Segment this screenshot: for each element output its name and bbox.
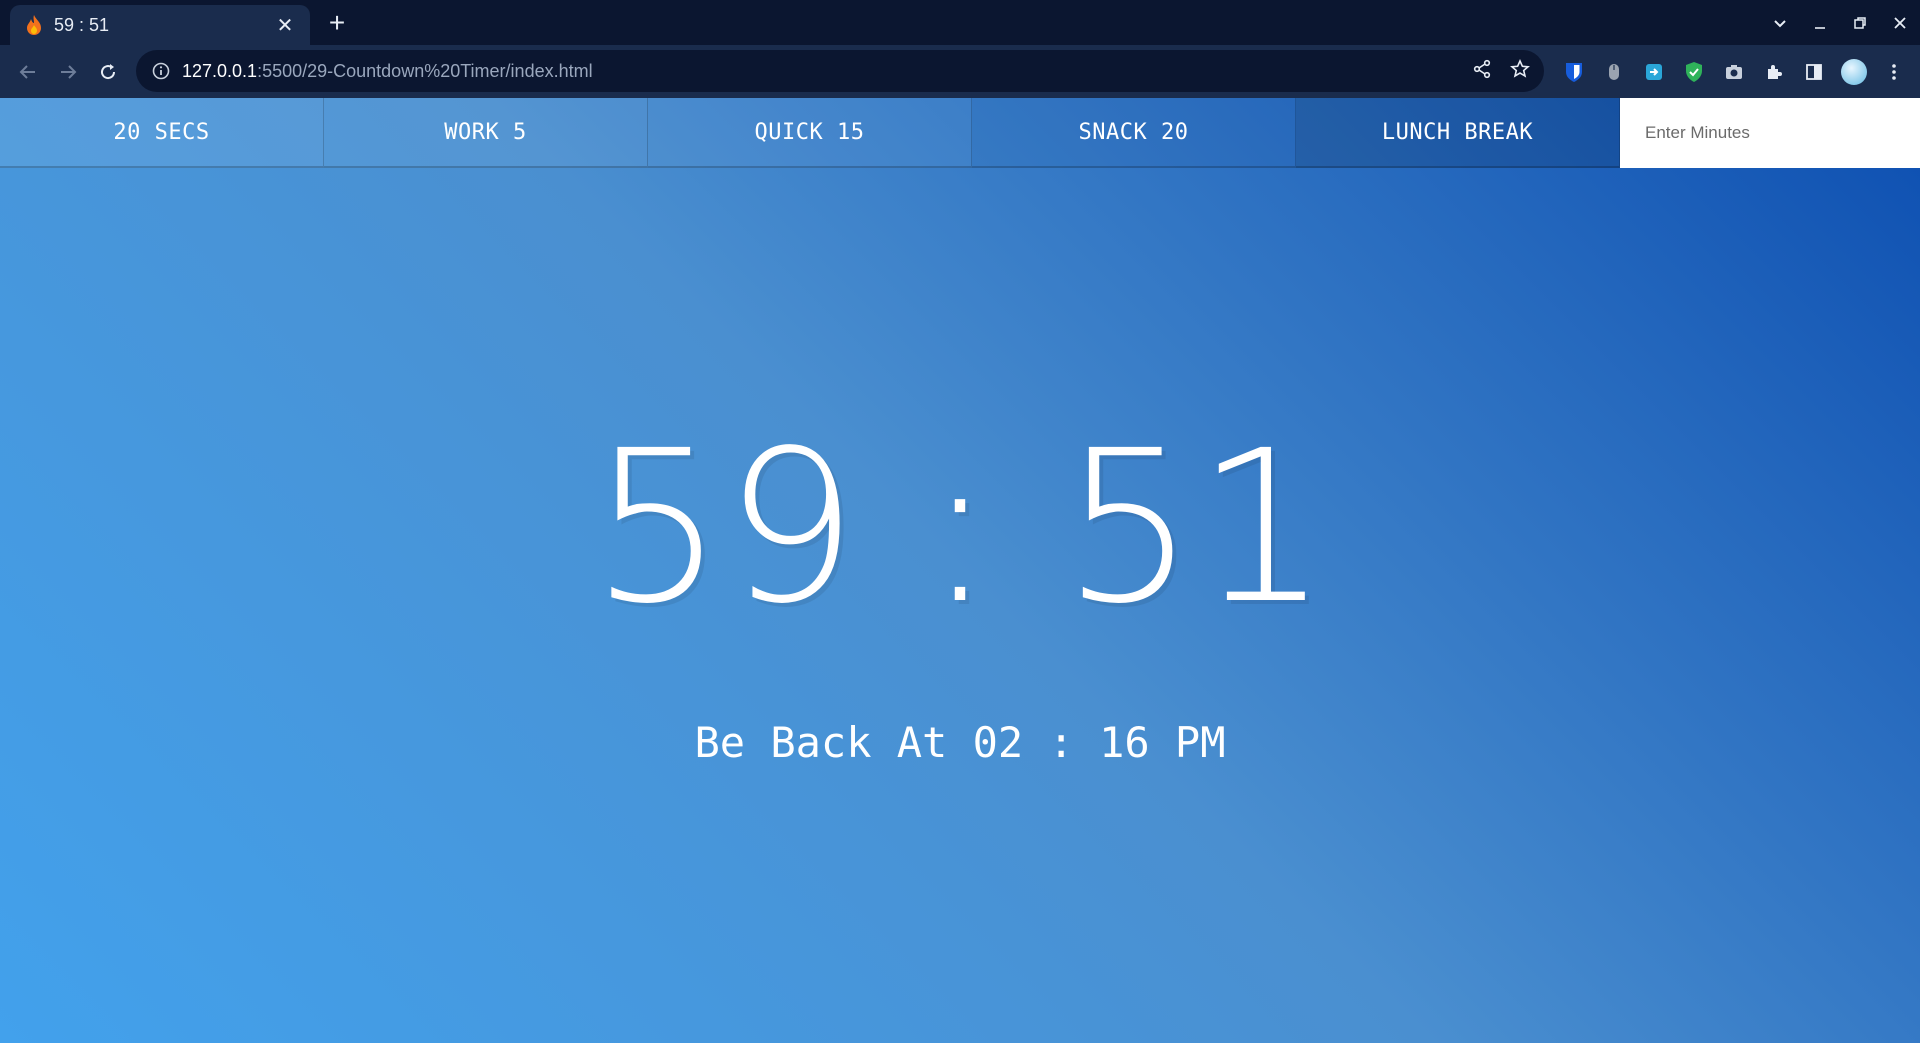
share-icon[interactable] bbox=[1472, 59, 1492, 84]
url-host: 127.0.0.1 bbox=[182, 60, 258, 81]
reload-icon[interactable] bbox=[88, 52, 128, 92]
restore-icon[interactable] bbox=[1840, 0, 1880, 45]
preset-work-5-button[interactable]: WORK 5 bbox=[324, 98, 648, 168]
camera-icon[interactable] bbox=[1716, 54, 1752, 90]
timer-controls: 20 SECS WORK 5 QUICK 15 SNACK 20 LUNCH B… bbox=[0, 98, 1920, 168]
site-info-icon[interactable] bbox=[150, 60, 172, 82]
window-controls bbox=[1760, 0, 1920, 45]
end-time-text: Be Back At 02 : 16 PM bbox=[694, 718, 1226, 767]
tab-close-icon[interactable]: ✕ bbox=[274, 13, 296, 38]
tab-search-icon[interactable] bbox=[1760, 0, 1800, 45]
side-panel-icon[interactable] bbox=[1796, 54, 1832, 90]
url-path: :5500/29-Countdown%20Timer/index.html bbox=[257, 60, 593, 81]
minimize-icon[interactable] bbox=[1800, 0, 1840, 45]
address-bar[interactable]: 127.0.0.1:5500/29-Countdown%20Timer/inde… bbox=[136, 50, 1544, 92]
browser-tab[interactable]: 59 : 51 ✕ bbox=[10, 5, 310, 45]
preset-20-secs-button[interactable]: 20 SECS bbox=[0, 98, 324, 168]
extensions-puzzle-icon[interactable] bbox=[1756, 54, 1792, 90]
translate-extension-icon[interactable] bbox=[1636, 54, 1672, 90]
shield-check-icon[interactable] bbox=[1676, 54, 1712, 90]
tab-title: 59 : 51 bbox=[54, 14, 110, 35]
forward-icon[interactable] bbox=[48, 52, 88, 92]
close-window-icon[interactable] bbox=[1880, 0, 1920, 45]
bitwarden-shield-icon[interactable] bbox=[1556, 54, 1592, 90]
back-icon[interactable] bbox=[8, 52, 48, 92]
profile-avatar[interactable] bbox=[1836, 54, 1872, 90]
countdown-page: 20 SECS WORK 5 QUICK 15 SNACK 20 LUNCH B… bbox=[0, 98, 1920, 1043]
fire-icon bbox=[24, 14, 44, 36]
new-tab-icon[interactable]: + bbox=[322, 8, 352, 38]
browser-toolbar: 127.0.0.1:5500/29-Countdown%20Timer/inde… bbox=[0, 45, 1920, 98]
browser-menu-icon[interactable] bbox=[1876, 54, 1912, 90]
preset-snack-20-button[interactable]: SNACK 20 bbox=[972, 98, 1296, 168]
countdown-display: 59 : 51 bbox=[590, 405, 1330, 650]
extensions-bar bbox=[1556, 45, 1912, 98]
url-text: 127.0.0.1:5500/29-Countdown%20Timer/inde… bbox=[182, 61, 593, 82]
preset-lunch-break-button[interactable]: LUNCH BREAK bbox=[1296, 98, 1620, 168]
mouse-extension-icon[interactable] bbox=[1596, 54, 1632, 90]
custom-minutes-input[interactable] bbox=[1620, 98, 1920, 168]
preset-quick-15-button[interactable]: QUICK 15 bbox=[648, 98, 972, 168]
bookmark-star-icon[interactable] bbox=[1510, 58, 1530, 84]
browser-tabstrip: 59 : 51 ✕ + bbox=[0, 0, 1920, 45]
